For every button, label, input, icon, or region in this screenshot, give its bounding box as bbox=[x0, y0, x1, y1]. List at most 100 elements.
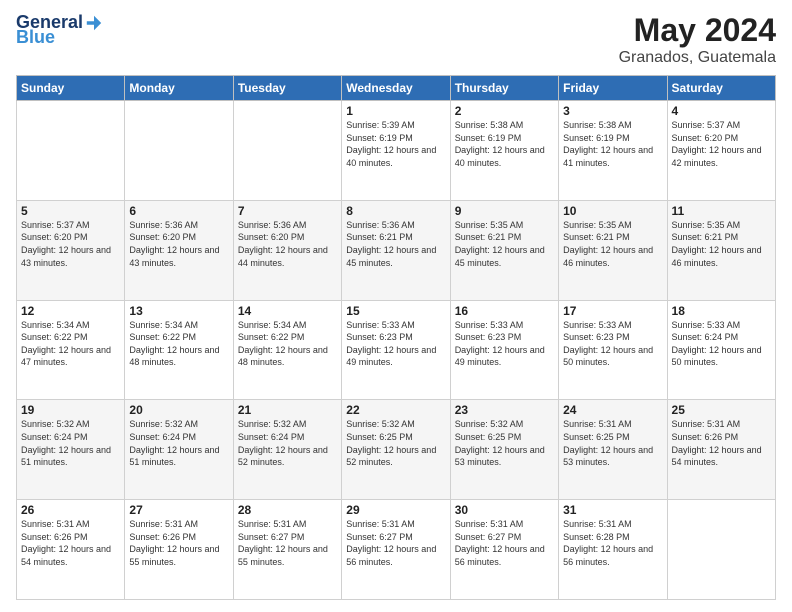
day-info: Sunrise: 5:31 AMSunset: 6:26 PMDaylight:… bbox=[672, 418, 771, 468]
day-number: 16 bbox=[455, 304, 554, 318]
day-cell: 12Sunrise: 5:34 AMSunset: 6:22 PMDayligh… bbox=[17, 300, 125, 400]
week-row-5: 26Sunrise: 5:31 AMSunset: 6:26 PMDayligh… bbox=[17, 500, 776, 600]
day-number: 23 bbox=[455, 403, 554, 417]
day-cell: 9Sunrise: 5:35 AMSunset: 6:21 PMDaylight… bbox=[450, 200, 558, 300]
day-number: 17 bbox=[563, 304, 662, 318]
day-number: 10 bbox=[563, 204, 662, 218]
day-info: Sunrise: 5:35 AMSunset: 6:21 PMDaylight:… bbox=[563, 219, 662, 269]
day-info: Sunrise: 5:34 AMSunset: 6:22 PMDaylight:… bbox=[129, 319, 228, 369]
calendar-table: SundayMondayTuesdayWednesdayThursdayFrid… bbox=[16, 75, 776, 600]
day-cell bbox=[233, 101, 341, 201]
day-number: 4 bbox=[672, 104, 771, 118]
day-info: Sunrise: 5:32 AMSunset: 6:25 PMDaylight:… bbox=[346, 418, 445, 468]
day-cell: 17Sunrise: 5:33 AMSunset: 6:23 PMDayligh… bbox=[559, 300, 667, 400]
day-cell: 1Sunrise: 5:39 AMSunset: 6:19 PMDaylight… bbox=[342, 101, 450, 201]
day-cell bbox=[667, 500, 775, 600]
day-number: 31 bbox=[563, 503, 662, 517]
day-cell: 7Sunrise: 5:36 AMSunset: 6:20 PMDaylight… bbox=[233, 200, 341, 300]
day-info: Sunrise: 5:31 AMSunset: 6:26 PMDaylight:… bbox=[21, 518, 120, 568]
weekday-header-thursday: Thursday bbox=[450, 76, 558, 101]
day-cell: 15Sunrise: 5:33 AMSunset: 6:23 PMDayligh… bbox=[342, 300, 450, 400]
day-cell: 24Sunrise: 5:31 AMSunset: 6:25 PMDayligh… bbox=[559, 400, 667, 500]
weekday-header-sunday: Sunday bbox=[17, 76, 125, 101]
header: General Blue May 2024 Granados, Guatemal… bbox=[16, 12, 776, 67]
day-cell: 25Sunrise: 5:31 AMSunset: 6:26 PMDayligh… bbox=[667, 400, 775, 500]
day-number: 12 bbox=[21, 304, 120, 318]
day-number: 6 bbox=[129, 204, 228, 218]
day-number: 19 bbox=[21, 403, 120, 417]
weekday-header-monday: Monday bbox=[125, 76, 233, 101]
day-cell: 8Sunrise: 5:36 AMSunset: 6:21 PMDaylight… bbox=[342, 200, 450, 300]
day-cell: 19Sunrise: 5:32 AMSunset: 6:24 PMDayligh… bbox=[17, 400, 125, 500]
day-number: 3 bbox=[563, 104, 662, 118]
day-cell bbox=[17, 101, 125, 201]
day-info: Sunrise: 5:39 AMSunset: 6:19 PMDaylight:… bbox=[346, 119, 445, 169]
day-info: Sunrise: 5:31 AMSunset: 6:27 PMDaylight:… bbox=[455, 518, 554, 568]
day-info: Sunrise: 5:38 AMSunset: 6:19 PMDaylight:… bbox=[455, 119, 554, 169]
day-cell: 11Sunrise: 5:35 AMSunset: 6:21 PMDayligh… bbox=[667, 200, 775, 300]
day-info: Sunrise: 5:33 AMSunset: 6:23 PMDaylight:… bbox=[346, 319, 445, 369]
day-info: Sunrise: 5:31 AMSunset: 6:27 PMDaylight:… bbox=[238, 518, 337, 568]
day-info: Sunrise: 5:32 AMSunset: 6:24 PMDaylight:… bbox=[238, 418, 337, 468]
day-number: 9 bbox=[455, 204, 554, 218]
day-info: Sunrise: 5:37 AMSunset: 6:20 PMDaylight:… bbox=[21, 219, 120, 269]
title-location: Granados, Guatemala bbox=[619, 49, 776, 67]
day-number: 26 bbox=[21, 503, 120, 517]
day-info: Sunrise: 5:35 AMSunset: 6:21 PMDaylight:… bbox=[455, 219, 554, 269]
day-number: 24 bbox=[563, 403, 662, 417]
day-number: 18 bbox=[672, 304, 771, 318]
day-info: Sunrise: 5:33 AMSunset: 6:23 PMDaylight:… bbox=[455, 319, 554, 369]
weekday-header-wednesday: Wednesday bbox=[342, 76, 450, 101]
day-info: Sunrise: 5:36 AMSunset: 6:20 PMDaylight:… bbox=[129, 219, 228, 269]
day-number: 11 bbox=[672, 204, 771, 218]
day-cell: 10Sunrise: 5:35 AMSunset: 6:21 PMDayligh… bbox=[559, 200, 667, 300]
day-cell: 29Sunrise: 5:31 AMSunset: 6:27 PMDayligh… bbox=[342, 500, 450, 600]
day-cell: 14Sunrise: 5:34 AMSunset: 6:22 PMDayligh… bbox=[233, 300, 341, 400]
day-number: 25 bbox=[672, 403, 771, 417]
day-cell: 21Sunrise: 5:32 AMSunset: 6:24 PMDayligh… bbox=[233, 400, 341, 500]
day-cell: 22Sunrise: 5:32 AMSunset: 6:25 PMDayligh… bbox=[342, 400, 450, 500]
day-info: Sunrise: 5:36 AMSunset: 6:20 PMDaylight:… bbox=[238, 219, 337, 269]
day-number: 15 bbox=[346, 304, 445, 318]
day-number: 5 bbox=[21, 204, 120, 218]
day-info: Sunrise: 5:34 AMSunset: 6:22 PMDaylight:… bbox=[238, 319, 337, 369]
day-cell: 16Sunrise: 5:33 AMSunset: 6:23 PMDayligh… bbox=[450, 300, 558, 400]
day-cell: 13Sunrise: 5:34 AMSunset: 6:22 PMDayligh… bbox=[125, 300, 233, 400]
day-number: 13 bbox=[129, 304, 228, 318]
day-cell: 20Sunrise: 5:32 AMSunset: 6:24 PMDayligh… bbox=[125, 400, 233, 500]
title-block: May 2024 Granados, Guatemala bbox=[619, 12, 776, 67]
day-info: Sunrise: 5:31 AMSunset: 6:27 PMDaylight:… bbox=[346, 518, 445, 568]
day-cell: 23Sunrise: 5:32 AMSunset: 6:25 PMDayligh… bbox=[450, 400, 558, 500]
page: General Blue May 2024 Granados, Guatemal… bbox=[0, 0, 792, 612]
day-cell: 5Sunrise: 5:37 AMSunset: 6:20 PMDaylight… bbox=[17, 200, 125, 300]
day-cell: 30Sunrise: 5:31 AMSunset: 6:27 PMDayligh… bbox=[450, 500, 558, 600]
logo-blue-text: Blue bbox=[16, 27, 55, 48]
logo-icon bbox=[85, 14, 103, 32]
day-number: 29 bbox=[346, 503, 445, 517]
weekday-header-friday: Friday bbox=[559, 76, 667, 101]
day-number: 2 bbox=[455, 104, 554, 118]
day-info: Sunrise: 5:31 AMSunset: 6:26 PMDaylight:… bbox=[129, 518, 228, 568]
day-info: Sunrise: 5:32 AMSunset: 6:24 PMDaylight:… bbox=[21, 418, 120, 468]
day-info: Sunrise: 5:31 AMSunset: 6:25 PMDaylight:… bbox=[563, 418, 662, 468]
day-info: Sunrise: 5:36 AMSunset: 6:21 PMDaylight:… bbox=[346, 219, 445, 269]
logo: General Blue bbox=[16, 12, 103, 48]
day-cell bbox=[125, 101, 233, 201]
day-cell: 18Sunrise: 5:33 AMSunset: 6:24 PMDayligh… bbox=[667, 300, 775, 400]
day-number: 30 bbox=[455, 503, 554, 517]
day-number: 14 bbox=[238, 304, 337, 318]
day-cell: 31Sunrise: 5:31 AMSunset: 6:28 PMDayligh… bbox=[559, 500, 667, 600]
day-info: Sunrise: 5:33 AMSunset: 6:24 PMDaylight:… bbox=[672, 319, 771, 369]
day-cell: 6Sunrise: 5:36 AMSunset: 6:20 PMDaylight… bbox=[125, 200, 233, 300]
week-row-2: 5Sunrise: 5:37 AMSunset: 6:20 PMDaylight… bbox=[17, 200, 776, 300]
weekday-header-row: SundayMondayTuesdayWednesdayThursdayFrid… bbox=[17, 76, 776, 101]
week-row-1: 1Sunrise: 5:39 AMSunset: 6:19 PMDaylight… bbox=[17, 101, 776, 201]
day-info: Sunrise: 5:32 AMSunset: 6:25 PMDaylight:… bbox=[455, 418, 554, 468]
title-month: May 2024 bbox=[619, 12, 776, 49]
day-number: 28 bbox=[238, 503, 337, 517]
day-info: Sunrise: 5:38 AMSunset: 6:19 PMDaylight:… bbox=[563, 119, 662, 169]
day-info: Sunrise: 5:33 AMSunset: 6:23 PMDaylight:… bbox=[563, 319, 662, 369]
day-cell: 2Sunrise: 5:38 AMSunset: 6:19 PMDaylight… bbox=[450, 101, 558, 201]
day-info: Sunrise: 5:34 AMSunset: 6:22 PMDaylight:… bbox=[21, 319, 120, 369]
day-info: Sunrise: 5:35 AMSunset: 6:21 PMDaylight:… bbox=[672, 219, 771, 269]
